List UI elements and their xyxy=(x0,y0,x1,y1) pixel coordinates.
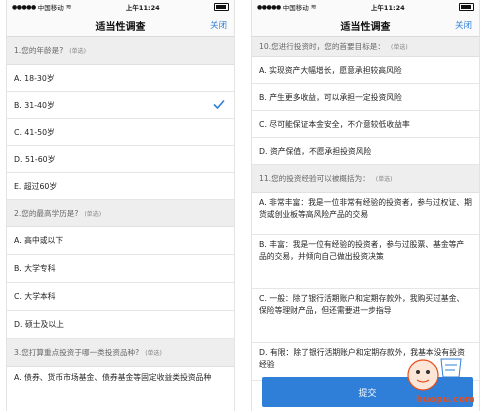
option-q11-b[interactable]: B. 丰富：我是一位有经验的投资者，参与过股票、基金等产品的交易，并倾向自己做出… xyxy=(252,235,479,289)
question-header-q3: 3.您打算重点投资于哪一类投资品种? (单选) xyxy=(7,339,234,367)
option-q1-d[interactable]: D. 51-60岁 xyxy=(7,146,234,173)
question-header-q10: 10.您进行投资时，您的首要目标是： (单选) xyxy=(252,37,479,57)
option-label: C. 一般：除了银行活期账户和定期存款外，我购买过基金、保险等理财产品，但还需要… xyxy=(259,294,465,315)
option-q1-a[interactable]: A. 18-30岁 xyxy=(7,65,234,92)
option-q2-d[interactable]: D. 硕士及以上 xyxy=(7,311,234,339)
question-type-tag: (单选) xyxy=(375,176,393,183)
wifi-icon: ≋ xyxy=(65,3,72,11)
option-q1-b[interactable]: B. 31-40岁 xyxy=(7,92,234,119)
question-type-tag: (单选) xyxy=(84,210,102,218)
left-phone-screen: ●●●●● 中国移动 ≋ 上午11:24 适当性调查 关闭 1.您的年龄是? (… xyxy=(6,0,235,411)
option-label: B. 产生更多收益，可以承担一定投资风险 xyxy=(259,92,402,102)
carrier-label: 中国移动 xyxy=(37,4,64,12)
battery-icon xyxy=(458,3,474,11)
status-time: 上午11:24 xyxy=(370,4,405,12)
battery-icon xyxy=(213,3,229,11)
right-phone-screen: ●●●●● 中国移动 ≋ 上午11:24 适当性调查 关闭 10.您进行投资时，… xyxy=(251,0,480,411)
question-type-tag: (单选) xyxy=(69,48,86,55)
option-label: C. 尽可能保证本金安全，不介意较低收益率 xyxy=(259,119,410,129)
page-title: 适当性调查 xyxy=(95,21,146,33)
option-label: D. 有限：除了银行活期账户和定期存款外，我基本没有投资经验 xyxy=(259,348,465,369)
nav-bar: 适当性调查 关闭 xyxy=(7,14,234,37)
option-label: D. 资产保值，不愿承担投资风险 xyxy=(259,146,372,156)
option-q10-a[interactable]: A. 实现资产大幅增长，愿意承担较高风险 xyxy=(252,57,479,84)
option-q2-b[interactable]: B. 大学专科 xyxy=(7,255,234,283)
option-q2-c[interactable]: C. 大学本科 xyxy=(7,283,234,311)
status-bar: ●●●●● 中国移动 ≋ 上午11:24 xyxy=(7,0,234,14)
question-title: 3.您打算重点投资于哪一类投资品种? xyxy=(14,348,140,357)
question-title: 2.您的最高学历是? xyxy=(14,208,79,218)
close-button[interactable]: 关闭 xyxy=(455,19,472,31)
option-q10-d[interactable]: D. 资产保值，不愿承担投资风险 xyxy=(252,138,479,165)
option-label: B. 丰富：我是一位有经验的投资者，参与过股票、基金等产品的交易，并倾向自己做出… xyxy=(259,240,465,261)
option-label: A. 非常丰富：我是一位非常有经验的投资者，参与过权证、期货或创业板等高风险产品… xyxy=(259,198,472,219)
question-type-tag: (单选) xyxy=(390,44,408,51)
option-label: A. 18-30岁 xyxy=(14,73,55,83)
question-header-q11: 11.您的投资经验可以被概括为： (单选) xyxy=(252,165,479,193)
page-title: 适当性调查 xyxy=(340,21,391,33)
option-label: C. 41-50岁 xyxy=(14,127,55,137)
question-title: 10.您进行投资时，您的首要目标是： xyxy=(259,42,385,51)
submit-button[interactable]: 提交 xyxy=(262,377,473,407)
option-label: E. 超过60岁 xyxy=(14,181,58,191)
wifi-icon: ≋ xyxy=(310,3,317,11)
option-q11-c[interactable]: C. 一般：除了银行活期账户和定期存款外，我购买过基金、保险等理财产品，但还需要… xyxy=(252,289,479,343)
question-header-q2: 2.您的最高学历是? (单选) xyxy=(7,200,234,227)
option-q10-b[interactable]: B. 产生更多收益，可以承担一定投资风险 xyxy=(252,84,479,111)
status-bar: ●●●●● 中国移动 ≋ 上午11:24 xyxy=(252,0,479,14)
option-label: A. 高中或以下 xyxy=(14,236,64,245)
option-q2-a[interactable]: A. 高中或以下 xyxy=(7,227,234,255)
question-title: 11.您的投资经验可以被概括为： xyxy=(259,174,370,183)
question-title: 1.您的年龄是? xyxy=(14,46,64,55)
option-label: A. 实现资产大幅增长，愿意承担较高风险 xyxy=(259,65,402,75)
question-header-q1: 1.您的年龄是? (单选) xyxy=(7,37,234,65)
option-label: A. 债券、货币市场基金、债券基金等固定收益类投资品种 xyxy=(14,373,212,382)
option-q11-d[interactable]: D. 有限：除了银行活期账户和定期存款外，我基本没有投资经验 xyxy=(252,343,479,381)
option-q10-c[interactable]: C. 尽可能保证本金安全，不介意较低收益率 xyxy=(252,111,479,138)
option-q3-a[interactable]: A. 债券、货币市场基金、债券基金等固定收益类投资品种 xyxy=(7,367,234,411)
option-q11-a[interactable]: A. 非常丰富：我是一位非常有经验的投资者，参与过权证、期货或创业板等高风险产品… xyxy=(252,193,479,235)
nav-bar: 适当性调查 关闭 xyxy=(252,14,479,37)
option-label: D. 硕士及以上 xyxy=(14,320,64,329)
signal-icon: ●●●●● xyxy=(12,3,36,11)
status-time: 上午11:24 xyxy=(125,4,160,12)
option-q1-e[interactable]: E. 超过60岁 xyxy=(7,173,234,200)
carrier-label: 中国移动 xyxy=(282,4,309,12)
close-button[interactable]: 关闭 xyxy=(210,19,227,31)
option-label: D. 51-60岁 xyxy=(14,154,56,164)
question-type-tag: (单选) xyxy=(145,350,162,357)
option-q1-c[interactable]: C. 41-50岁 xyxy=(7,119,234,146)
option-label: B. 大学专科 xyxy=(14,264,56,273)
signal-icon: ●●●●● xyxy=(257,3,281,11)
option-label: C. 大学本科 xyxy=(14,292,56,301)
option-label: B. 31-40岁 xyxy=(14,100,55,110)
submit-label: 提交 xyxy=(358,388,377,399)
checkmark-icon xyxy=(213,99,225,110)
